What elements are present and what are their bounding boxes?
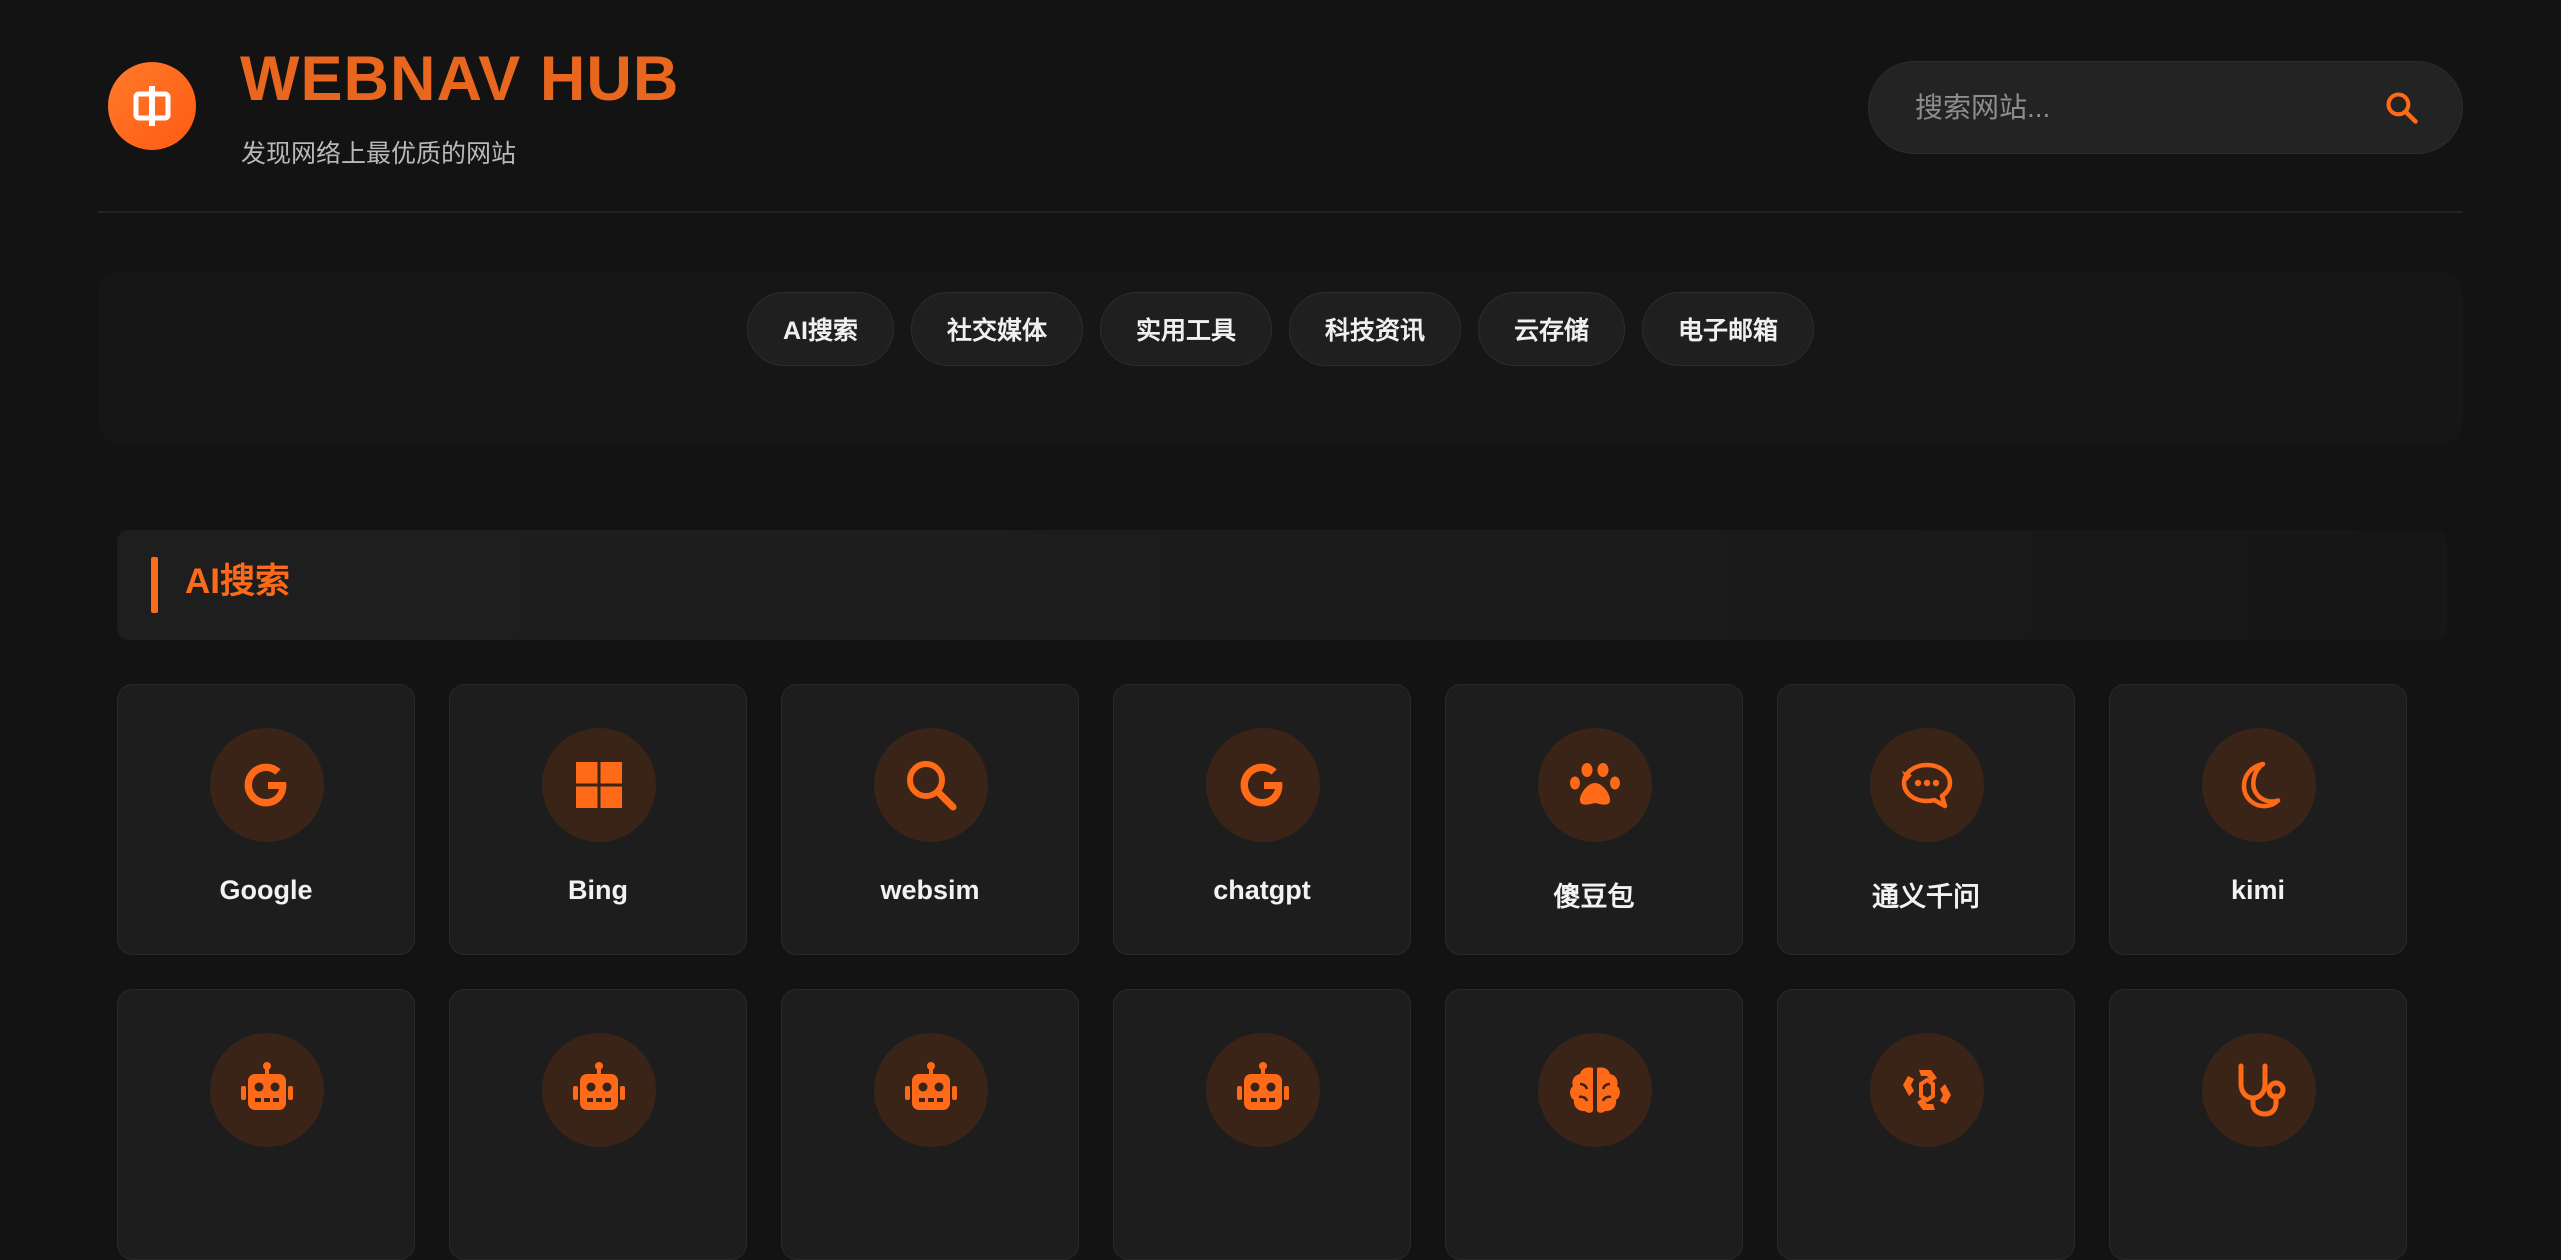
site-label: 傻豆包	[1553, 882, 1635, 912]
site-card[interactable]	[117, 989, 415, 1260]
site-label: 通义千问	[1872, 882, 1980, 912]
section-header: AI搜索	[117, 530, 2447, 640]
stethoscope-icon	[2202, 1033, 2316, 1147]
windows-icon	[542, 728, 656, 842]
robot-icon	[210, 1033, 324, 1147]
site-label: Google	[219, 875, 313, 905]
recycle-icon	[1870, 1033, 1984, 1147]
paw-icon	[1538, 728, 1652, 842]
robot-icon	[542, 1033, 656, 1147]
site-card[interactable]	[781, 989, 1079, 1260]
site-card-doubao[interactable]: 傻豆包	[1445, 684, 1743, 955]
chat-bubble-icon	[1870, 728, 1984, 842]
section-title: AI搜索	[185, 562, 291, 601]
site-label: chatgpt	[1213, 875, 1311, 905]
category-ai-search[interactable]: AI搜索	[746, 292, 894, 366]
site-title[interactable]: WEBNAV HUB	[240, 48, 679, 111]
site-label: Bing	[568, 875, 628, 905]
site-card[interactable]	[1113, 989, 1411, 1260]
category-tools[interactable]: 实用工具	[1099, 292, 1272, 366]
site-label: websim	[880, 875, 980, 905]
search-input[interactable]	[1913, 62, 2353, 153]
site-card-google[interactable]: Google	[117, 684, 415, 955]
site-card-bing[interactable]: Bing	[449, 684, 747, 955]
brain-icon	[1538, 1033, 1652, 1147]
robot-icon	[1206, 1033, 1320, 1147]
search-box	[1868, 61, 2463, 154]
site-label: kimi	[2230, 875, 2286, 905]
search-icon	[874, 728, 988, 842]
site-card-kimi[interactable]: kimi	[2109, 684, 2407, 955]
google-icon	[210, 728, 324, 842]
site-card-tongyi[interactable]: 通义千问	[1777, 684, 2075, 955]
category-social-media[interactable]: 社交媒体	[910, 292, 1083, 366]
site-subtitle: 发现网络上最优质的网站	[241, 140, 517, 168]
site-card[interactable]	[1445, 989, 1743, 1260]
site-card[interactable]	[1777, 989, 2075, 1260]
site-card-websim[interactable]: websim	[781, 684, 1079, 955]
site-header: WEBNAV HUB 发现网络上最优质的网站	[98, 0, 2463, 213]
google-icon	[1206, 728, 1320, 842]
category-cloud-storage[interactable]: 云存储	[1478, 292, 1626, 366]
category-tech-news[interactable]: 科技资讯	[1289, 292, 1462, 366]
category-email[interactable]: 电子邮箱	[1642, 292, 1815, 366]
site-card[interactable]	[2109, 989, 2407, 1260]
site-card[interactable]	[449, 989, 747, 1260]
moon-icon	[2202, 728, 2316, 842]
section-accent-bar	[151, 557, 158, 613]
box-plus-icon[interactable]	[108, 62, 196, 150]
category-nav: AI搜索 社交媒体 实用工具 科技资讯 云存储 电子邮箱	[98, 272, 2463, 444]
site-card-chatgpt[interactable]: chatgpt	[1113, 684, 1411, 955]
search-icon[interactable]	[2382, 88, 2422, 128]
robot-icon	[874, 1033, 988, 1147]
